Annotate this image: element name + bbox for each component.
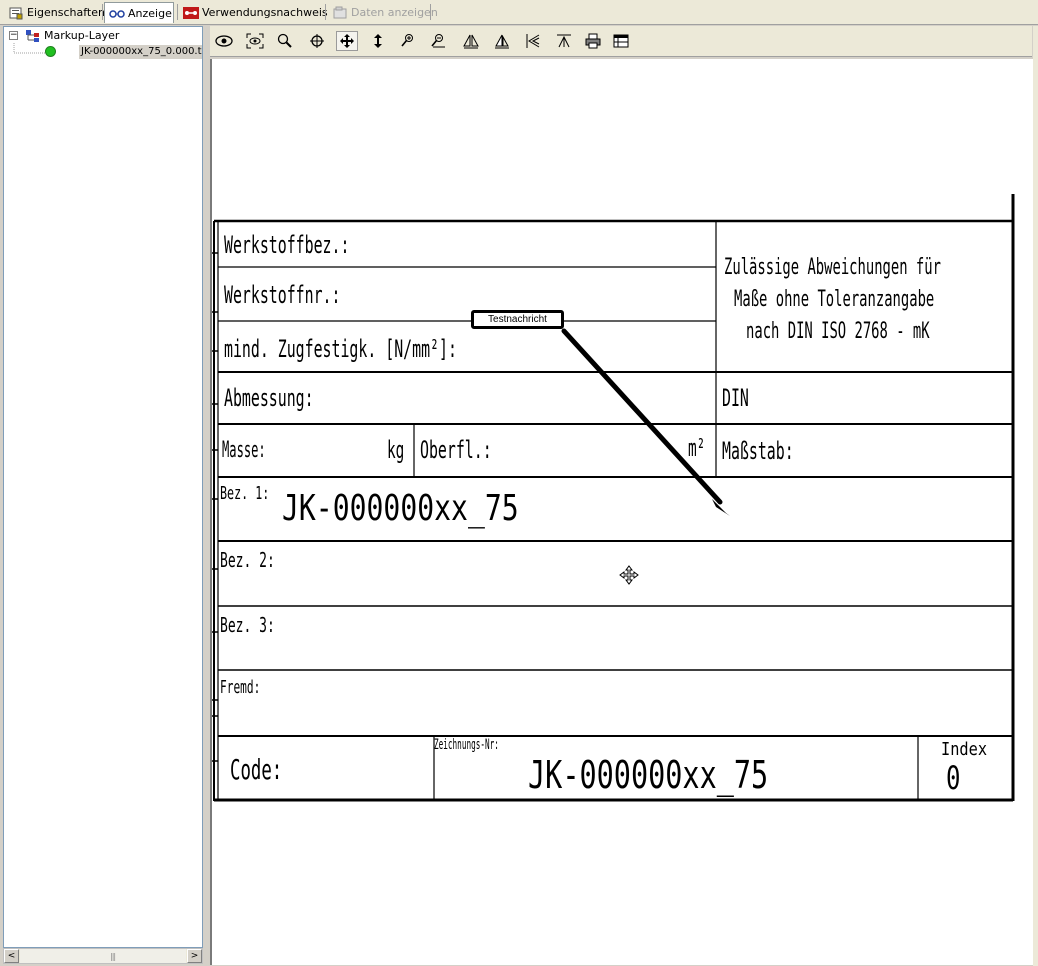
label-index: Index	[941, 739, 988, 760]
tab-verwendungsnachweis[interactable]: Verwendungsnachweis	[179, 3, 328, 22]
tab-label: Anzeige	[128, 6, 172, 20]
drawing-canvas[interactable]: Werkstoffbez.: Werkstoffnr.: mind. Zugfe…	[210, 59, 1033, 965]
label-abweichungen-2: Maße ohne Toleranzangabe	[734, 287, 935, 312]
tree-child-label[interactable]: JK-000000xx_75_0.000.t	[79, 45, 202, 59]
rotate-right-icon[interactable]	[553, 31, 575, 51]
label-zugfestigkeit: mind. Zugfestigk. [N/mm²]:	[224, 335, 457, 363]
layout-icon[interactable]	[610, 31, 632, 51]
zoom-in-icon[interactable]	[397, 31, 419, 51]
label-massstab: Maßstab:	[722, 437, 794, 465]
viewer-toolbar	[210, 26, 1032, 57]
label-bez2: Bez. 2:	[220, 548, 275, 572]
label-oberfl-unit: m²	[688, 434, 706, 462]
tree-expand-toggle[interactable]: −	[9, 31, 18, 40]
label-fremd: Fremd:	[220, 677, 261, 698]
zoom-out-icon[interactable]	[427, 31, 449, 51]
where-used-icon	[183, 6, 199, 20]
tab-daten-anzeigen[interactable]: Daten anzeigen	[328, 3, 438, 22]
layer-status-icon	[45, 46, 56, 57]
label-abmessung: Abmessung:	[224, 384, 314, 412]
show-data-icon	[332, 6, 348, 20]
pan-center-icon[interactable]	[306, 31, 328, 51]
label-bez3: Bez. 3:	[220, 613, 275, 637]
tab-separator	[325, 4, 326, 20]
markup-note[interactable]: Testnachricht	[471, 310, 564, 329]
label-zeichnungs-nr: Zeichnungs-Nr:	[434, 737, 499, 753]
tree-horizontal-scrollbar[interactable]: < ||| >	[3, 948, 203, 964]
properties-icon	[8, 6, 24, 20]
mirror-horizontal-icon[interactable]	[460, 31, 482, 51]
value-index: 0	[946, 759, 961, 797]
label-werkstoffnr: Werkstoffnr.:	[224, 281, 341, 309]
rotate-left-icon[interactable]	[522, 31, 544, 51]
label-abweichungen-3: nach DIN ISO 2768 - mK	[746, 319, 930, 344]
view-glasses-icon	[109, 6, 125, 20]
tab-separator	[102, 4, 103, 20]
tab-bar: Eigenschaften Anzeige Verwendungsnachwei…	[0, 0, 1038, 25]
tab-separator	[177, 4, 178, 20]
tab-label: Eigenschaften	[27, 6, 105, 19]
label-bez1: Bez. 1:	[220, 483, 270, 504]
label-din: DIN	[722, 384, 749, 412]
tab-label: Daten anzeigen	[351, 6, 438, 19]
eye-icon[interactable]	[213, 31, 235, 51]
tab-eigenschaften[interactable]: Eigenschaften	[4, 3, 105, 22]
label-code: Code:	[230, 753, 283, 786]
zoom-icon[interactable]	[274, 31, 296, 51]
scroll-thumb[interactable]: |||	[20, 949, 186, 963]
tab-label: Verwendungsnachweis	[202, 6, 328, 19]
window-edge	[1033, 26, 1038, 966]
vertical-arrow-icon[interactable]	[367, 31, 389, 51]
label-masse: Masse:	[222, 438, 266, 463]
scroll-left-button[interactable]: <	[4, 949, 19, 963]
fit-view-icon[interactable]	[244, 31, 266, 51]
markup-note-text: Testnachricht	[488, 314, 547, 325]
label-abweichungen-1: Zulässige Abweichungen für	[724, 255, 941, 280]
label-oberfl: Oberfl.:	[420, 436, 492, 464]
move-cursor-icon	[619, 565, 639, 585]
mirror-vertical-icon[interactable]	[491, 31, 513, 51]
move-icon[interactable]	[336, 31, 358, 51]
markup-tree-panel: − Markup-Layer JK-000000xx_75_0.000.t	[3, 26, 203, 948]
label-werkstoffbez: Werkstoffbez.:	[224, 231, 350, 259]
label-masse-unit: kg	[387, 436, 405, 464]
scroll-right-button[interactable]: >	[187, 949, 202, 963]
tab-anzeige[interactable]: Anzeige	[104, 2, 174, 23]
value-bez1: JK-000000xx_75	[282, 488, 519, 529]
layer-tree-icon	[25, 29, 41, 43]
tree-root-label[interactable]: Markup-Layer	[44, 29, 119, 42]
print-icon[interactable]	[582, 31, 604, 51]
value-zeichnungs-nr: JK-000000xx_75	[528, 753, 769, 797]
tab-separator	[430, 4, 431, 20]
